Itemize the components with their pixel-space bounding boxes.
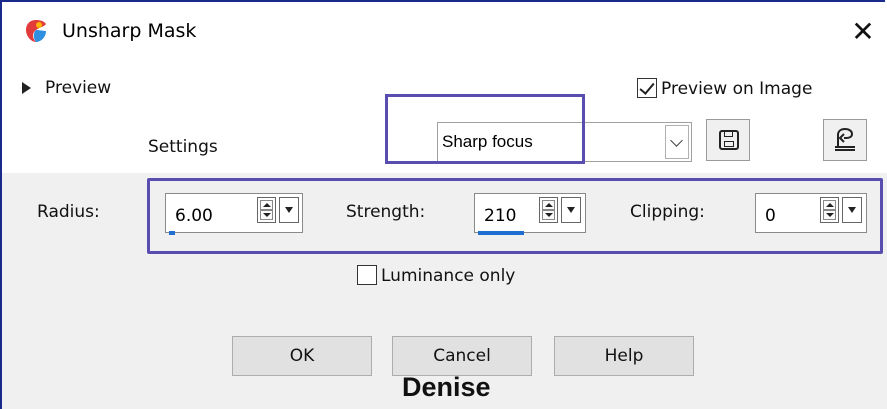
radius-label: Radius: <box>37 202 100 222</box>
save-preset-button[interactable] <box>706 119 750 161</box>
help-button[interactable]: Help <box>554 336 694 376</box>
triangle-right-icon <box>22 82 31 94</box>
cancel-button[interactable]: Cancel <box>392 336 532 376</box>
close-icon[interactable]: ✕ <box>845 14 881 50</box>
save-icon <box>719 130 739 150</box>
paintshop-pro-icon <box>26 20 46 42</box>
checkbox-checked-icon[interactable] <box>637 78 657 98</box>
preview-expander[interactable]: Preview <box>22 78 111 98</box>
chevron-down-icon[interactable] <box>665 125 689 159</box>
reset-defaults-button[interactable] <box>823 119 867 161</box>
annotation-highlight-preset <box>385 94 585 164</box>
preview-on-image-label: Preview on Image <box>661 79 813 99</box>
preview-label: Preview <box>45 78 112 98</box>
window-title: Unsharp Mask <box>62 20 197 42</box>
settings-label: Settings <box>148 137 218 157</box>
luminance-only-label: Luminance only <box>381 266 516 286</box>
watermark-signature: Denise <box>402 372 491 402</box>
preview-on-image-checkbox[interactable]: Preview on Image <box>637 78 812 99</box>
luminance-only-checkbox[interactable]: Luminance only <box>357 265 515 286</box>
checkbox-unchecked-icon[interactable] <box>357 265 377 285</box>
reset-defaults-icon <box>835 127 855 151</box>
ok-button[interactable]: OK <box>232 336 372 376</box>
annotation-highlight-parameters <box>147 178 883 254</box>
